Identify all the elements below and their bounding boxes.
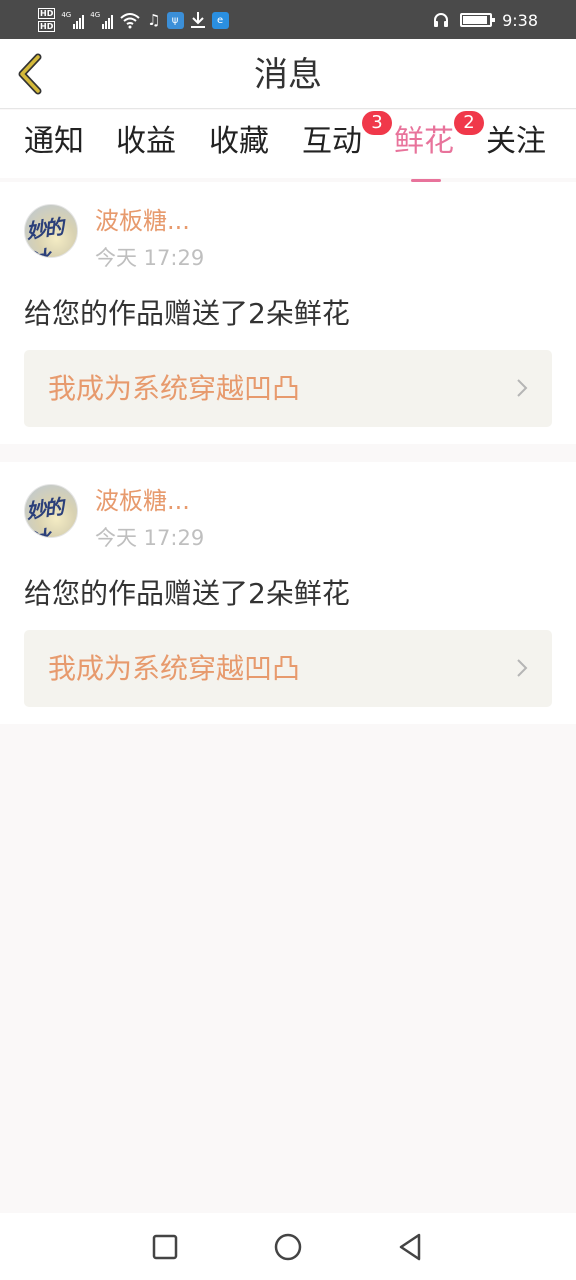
tab-interactions-label: 互动 [302,124,362,159]
hd-label-1: HD [38,8,56,19]
tab-flowers[interactable]: 鲜花 2 [394,111,484,182]
message-text: 给您的作品赠送了2朵鲜花 [24,577,350,610]
signal-icon-2: 4G [90,11,114,29]
work-title: 我成为系统穿越凹凸 [48,372,301,405]
sender-name[interactable]: 波板糖... [95,206,190,236]
header: 消息 [0,39,576,109]
avatar[interactable]: 妙的冰 [24,204,78,258]
app-icon: ψ [166,11,184,29]
tab-following[interactable]: 关注 [486,120,546,164]
music-icon: ♫ [147,11,161,29]
avatar-text: 妙的冰 [24,214,64,257]
tab-flowers-label: 鲜花 [394,124,454,159]
sender-name[interactable]: 波板糖... [95,486,190,516]
tab-earnings[interactable]: 收益 [116,120,176,164]
tab-favorites[interactable]: 收藏 [209,120,269,164]
system-nav-bar [0,1213,576,1280]
wifi-icon [120,13,140,29]
clock: 9:38 [502,10,538,30]
avatar-text: 妙的冰 [24,494,64,537]
message-time: 今天 17:29 [95,526,205,550]
interactions-badge: 3 [362,111,392,135]
signal-icon: 4G [61,11,85,29]
square-icon[interactable] [148,1230,182,1264]
message-text: 给您的作品赠送了2朵鲜花 [24,297,350,330]
work-link[interactable]: 我成为系统穿越凹凸 [24,630,552,707]
message-card: 妙的冰 波板糖... 今天 17:29 给您的作品赠送了2朵鲜花 我成为系统穿越… [0,182,576,444]
browser-icon: e [211,11,229,29]
page-title: 消息 [254,55,322,95]
headset-icon [434,13,449,27]
status-right-icons: 9:38 [432,6,538,34]
download-icon [190,12,205,28]
message-card: 妙的冰 波板糖... 今天 17:29 给您的作品赠送了2朵鲜花 我成为系统穿越… [0,462,576,724]
status-bar: HD HD 4G 4G ♫ ψ e 9:38 [0,0,576,39]
network-label-2: 4G [90,11,101,19]
battery-icon [460,13,496,27]
work-title: 我成为系统穿越凹凸 [48,652,301,685]
tab-bar: 通知 收益 收藏 互动 3 鲜花 2 关注 [0,110,576,182]
hd-icon: HD HD [38,8,56,32]
network-label-1: 4G [61,11,72,19]
message-time: 今天 17:29 [95,246,205,270]
work-link[interactable]: 我成为系统穿越凹凸 [24,350,552,427]
avatar[interactable]: 妙的冰 [24,484,78,538]
hd-label-2: HD [38,21,56,32]
status-left-icons: HD HD 4G 4G ♫ ψ e [38,6,229,34]
chevron-right-icon [517,659,528,677]
tab-interactions[interactable]: 互动 3 [302,111,392,164]
circle-icon[interactable] [271,1230,305,1264]
tab-notifications[interactable]: 通知 [24,120,84,164]
triangle-back-icon[interactable] [393,1230,427,1264]
chevron-right-icon [517,379,528,397]
flowers-badge: 2 [454,111,484,135]
